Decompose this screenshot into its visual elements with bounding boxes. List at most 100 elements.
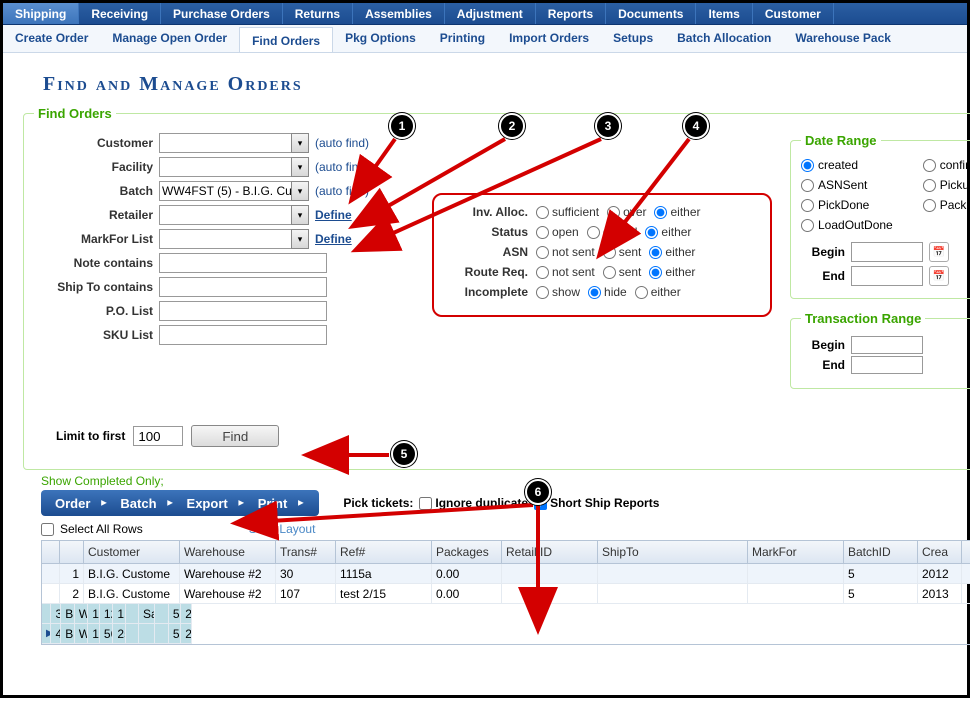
date-radio[interactable]: PackD: [923, 198, 970, 212]
date-radio[interactable]: created: [801, 158, 893, 172]
grid-header-cell[interactable]: ShipTo: [598, 541, 748, 563]
radio-input[interactable]: [587, 226, 600, 239]
sub-nav-item[interactable]: Create Order: [3, 25, 100, 52]
filter-radio-invalloc[interactable]: either: [654, 205, 700, 219]
radio-input[interactable]: [801, 199, 814, 212]
shipto-input[interactable]: [159, 277, 327, 297]
grid-header-cell[interactable]: MarkFor: [748, 541, 844, 563]
radio-input[interactable]: [801, 159, 814, 172]
select-all-checkbox[interactable]: [41, 523, 54, 536]
radio-input[interactable]: [588, 286, 601, 299]
primary-nav-item[interactable]: Reports: [536, 3, 606, 24]
batch-select[interactable]: [159, 181, 309, 201]
radio-input[interactable]: [923, 179, 936, 192]
retailer-define-link[interactable]: Define: [315, 208, 352, 222]
primary-nav-item[interactable]: Receiving: [79, 3, 161, 24]
find-button[interactable]: Find: [191, 425, 279, 447]
trans-end-input[interactable]: [851, 356, 923, 374]
table-row[interactable]: 2B.I.G. CustomeWarehouse #2107test 2/150…: [42, 584, 970, 604]
filter-radio-asn[interactable]: either: [649, 245, 695, 259]
filter-radio-incomp[interactable]: either: [635, 285, 681, 299]
date-radio[interactable]: confir: [923, 158, 970, 172]
chevron-down-icon[interactable]: ▾: [291, 157, 309, 177]
save-layout-link[interactable]: Save Layout: [249, 522, 316, 536]
primary-nav-item[interactable]: Purchase Orders: [161, 3, 283, 24]
sub-nav-item[interactable]: Manage Open Order: [100, 25, 239, 52]
filter-radio-route[interactable]: either: [649, 265, 695, 279]
filter-radio-status[interactable]: open: [536, 225, 579, 239]
grid-header-cell[interactable]: Trans#: [276, 541, 336, 563]
radio-input[interactable]: [649, 266, 662, 279]
po-input[interactable]: [159, 301, 327, 321]
retailer-select[interactable]: [159, 205, 309, 225]
markfor-define-link[interactable]: Define: [315, 232, 352, 246]
radio-input[interactable]: [635, 286, 648, 299]
date-radio[interactable]: ASNSent: [801, 178, 893, 192]
date-radio[interactable]: PickDone: [801, 198, 893, 212]
note-input[interactable]: [159, 253, 327, 273]
grid-header-cell[interactable]: [60, 541, 84, 563]
chevron-down-icon[interactable]: ▾: [291, 229, 309, 249]
filter-radio-incomp[interactable]: show: [536, 285, 580, 299]
filter-radio-asn[interactable]: sent: [603, 245, 642, 259]
radio-input[interactable]: [801, 219, 814, 232]
sku-input[interactable]: [159, 325, 327, 345]
primary-nav-item[interactable]: Documents: [606, 3, 696, 24]
filter-radio-invalloc[interactable]: sufficient: [536, 205, 599, 219]
sub-nav-item[interactable]: Warehouse Pack: [783, 25, 903, 52]
radio-input[interactable]: [607, 206, 620, 219]
radio-input[interactable]: [603, 266, 616, 279]
trans-begin-input[interactable]: [851, 336, 923, 354]
facility-autofind-link[interactable]: (auto find): [315, 160, 369, 174]
filter-radio-route[interactable]: sent: [603, 265, 642, 279]
grid-header-cell[interactable]: Customer: [84, 541, 180, 563]
radio-input[interactable]: [536, 206, 549, 219]
action-menu-item[interactable]: Export: [181, 496, 252, 511]
date-radio[interactable]: LoadOutDone: [801, 218, 893, 232]
radio-input[interactable]: [923, 159, 936, 172]
radio-input[interactable]: [536, 226, 549, 239]
sub-nav-item[interactable]: Setups: [601, 25, 665, 52]
grid-header-cell[interactable]: BatchID: [844, 541, 918, 563]
action-menu-item[interactable]: Order: [49, 496, 114, 511]
filter-radio-route[interactable]: not sent: [536, 265, 595, 279]
grid-header-cell[interactable]: Warehouse: [180, 541, 276, 563]
grid-header-cell[interactable]: Packages: [432, 541, 502, 563]
calendar-icon[interactable]: 📅: [929, 266, 949, 286]
short-ship-checkbox[interactable]: Short Ship Reports: [534, 496, 659, 510]
filter-radio-status[interactable]: closed: [587, 225, 638, 239]
table-row[interactable]: 3B.I.G. CustomeWarehouse #2108123331.00S…: [42, 604, 192, 624]
grid-header-cell[interactable]: [42, 541, 60, 563]
chevron-down-icon[interactable]: ▾: [291, 205, 309, 225]
radio-input[interactable]: [649, 246, 662, 259]
radio-input[interactable]: [645, 226, 658, 239]
primary-nav-item[interactable]: Returns: [283, 3, 353, 24]
radio-input[interactable]: [654, 206, 667, 219]
radio-input[interactable]: [536, 286, 549, 299]
begin-date-input[interactable]: [851, 242, 923, 262]
filter-radio-asn[interactable]: not sent: [536, 245, 595, 259]
ignore-duplicate-input[interactable]: [419, 497, 432, 510]
sub-nav-item[interactable]: Pkg Options: [333, 25, 428, 52]
radio-input[interactable]: [536, 246, 549, 259]
markfor-select[interactable]: [159, 229, 309, 249]
sub-nav-item[interactable]: Batch Allocation: [665, 25, 783, 52]
filter-radio-invalloc[interactable]: over: [607, 205, 646, 219]
primary-nav-item[interactable]: Customer: [753, 3, 834, 24]
ignore-duplicate-checkbox[interactable]: Ignore duplicate: [419, 496, 528, 510]
action-menu-item[interactable]: Batch: [114, 496, 180, 511]
grid-header-cell[interactable]: Crea: [918, 541, 962, 563]
limit-input[interactable]: [133, 426, 183, 446]
batch-autofind-link[interactable]: (auto find): [315, 184, 369, 198]
sub-nav-item[interactable]: Import Orders: [497, 25, 601, 52]
primary-nav-item[interactable]: Items: [696, 3, 752, 24]
primary-nav-item[interactable]: Assemblies: [353, 3, 445, 24]
table-row[interactable]: ▶4B.I.G. CustomeWarehouse #2109569250.00…: [42, 624, 192, 644]
radio-input[interactable]: [536, 266, 549, 279]
filter-radio-status[interactable]: either: [645, 225, 691, 239]
chevron-down-icon[interactable]: ▾: [291, 181, 309, 201]
date-radio[interactable]: Picku: [923, 178, 970, 192]
radio-input[interactable]: [923, 199, 936, 212]
action-menu-item[interactable]: Print: [252, 496, 312, 511]
filter-radio-incomp[interactable]: hide: [588, 285, 627, 299]
